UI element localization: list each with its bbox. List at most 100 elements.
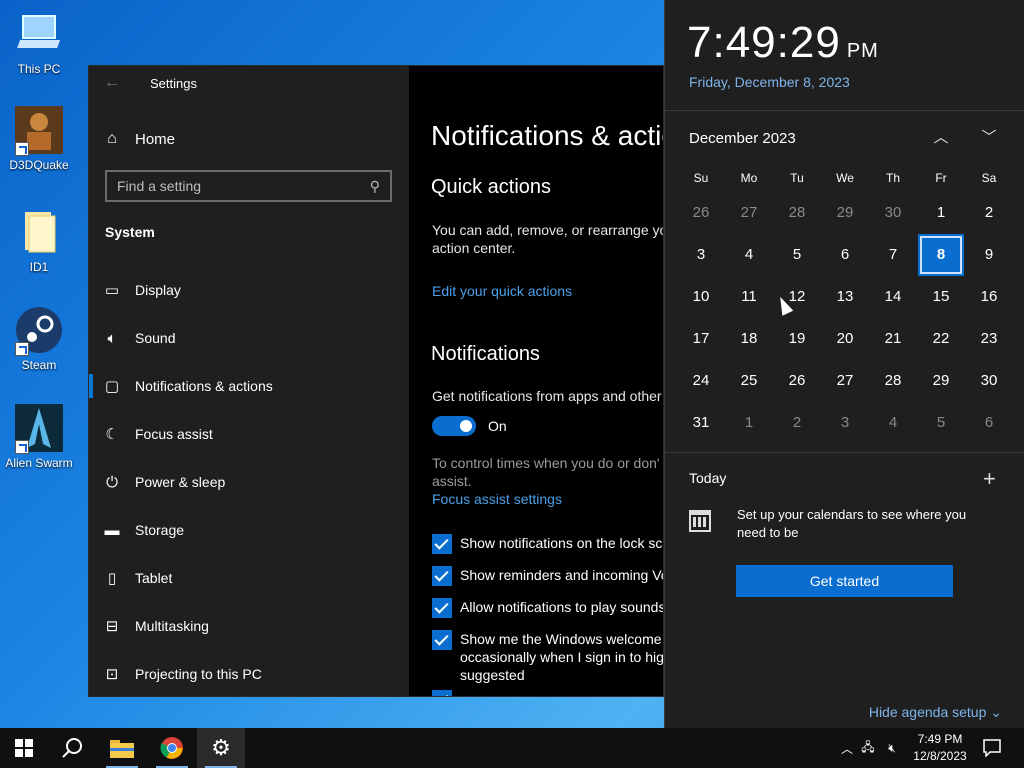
calendar-day[interactable]: 16 xyxy=(965,276,1013,318)
calendar-day[interactable]: 29 xyxy=(821,192,869,234)
calendar-day[interactable]: 7 xyxy=(869,234,917,276)
calendar-day[interactable]: 3 xyxy=(677,234,725,276)
start-button[interactable] xyxy=(0,728,48,768)
calendar-day[interactable]: 3 xyxy=(821,402,869,444)
calendar-week: 3456789 xyxy=(677,234,1013,276)
checkbox-partial[interactable] xyxy=(432,690,460,696)
calendar-day[interactable]: 23 xyxy=(965,318,1013,360)
calendar-day[interactable]: 9 xyxy=(965,234,1013,276)
calendar-day[interactable]: 1 xyxy=(725,402,773,444)
calendar-day[interactable]: 10 xyxy=(677,276,725,318)
nav-display[interactable]: ▭ Display xyxy=(89,266,409,314)
calendar-day[interactable]: 6 xyxy=(821,234,869,276)
hide-agenda-link[interactable]: Hide agenda setup ⌄ xyxy=(869,704,1002,721)
focus-assist-settings-link[interactable]: Focus assist settings xyxy=(432,491,562,507)
steam-icon xyxy=(15,306,63,356)
desktop-icon-id1[interactable]: ID1 xyxy=(4,208,74,274)
calendar-day[interactable]: 6 xyxy=(965,402,1013,444)
network-icon[interactable]: 🖧︎ xyxy=(856,738,880,759)
calendar-day[interactable]: 28 xyxy=(869,360,917,402)
calendar-day[interactable]: 24 xyxy=(677,360,725,402)
find-setting-search[interactable]: ⚲ xyxy=(105,170,392,202)
chevron-up-icon[interactable]: ︿ xyxy=(925,124,957,152)
desktop-icon-alien-swarm[interactable]: Alien Swarm xyxy=(4,404,74,470)
file-explorer-button[interactable] xyxy=(98,728,146,768)
action-center-button[interactable] xyxy=(968,728,1016,768)
calendar-day[interactable]: 2 xyxy=(965,192,1013,234)
notifications-toggle[interactable]: On xyxy=(432,416,507,436)
calendar-month-label[interactable]: December 2023 xyxy=(689,130,796,147)
calendar-day[interactable]: 2 xyxy=(773,402,821,444)
home-nav-item[interactable]: ⌂ Home xyxy=(89,126,175,152)
edit-quick-actions-link[interactable]: Edit your quick actions xyxy=(432,283,572,299)
calendar-day[interactable]: 26 xyxy=(677,192,725,234)
nav-sound[interactable]: 🔈︎ Sound xyxy=(89,314,409,362)
calendar-day[interactable]: 25 xyxy=(725,360,773,402)
weekday-label: Tu xyxy=(790,171,804,185)
divider xyxy=(665,110,1024,111)
checkbox-checked[interactable] xyxy=(432,630,452,650)
calendar-day[interactable]: 30 xyxy=(869,192,917,234)
calendar-day[interactable]: 28 xyxy=(773,192,821,234)
checkbox-checked[interactable] xyxy=(432,566,452,586)
nav-storage[interactable]: ▬ Storage xyxy=(89,506,409,554)
nav-power-sleep[interactable]: ⏻ Power & sleep xyxy=(89,458,409,506)
settings-taskbar-button[interactable]: ⚙ xyxy=(197,728,245,768)
weekday-label: Su xyxy=(693,171,709,185)
calendar-day[interactable]: 11 xyxy=(725,276,773,318)
desktop-icon-d3dquake[interactable]: D3DQuake xyxy=(4,106,74,172)
nav-multitasking[interactable]: ⊟ Multitasking xyxy=(89,602,409,650)
chevron-down-icon[interactable]: ﹀ xyxy=(973,124,1005,152)
add-event-icon[interactable]: + xyxy=(983,466,996,492)
calendar-day[interactable]: 26 xyxy=(773,360,821,402)
checkbox-checked[interactable] xyxy=(432,534,452,554)
calendar-day[interactable]: 30 xyxy=(965,360,1013,402)
settings-sidebar: ← Settings ⌂ Home ⚲ System ▭Display 🔈︎So… xyxy=(89,66,409,696)
chrome-button[interactable] xyxy=(148,728,196,768)
checkbox-checked[interactable] xyxy=(432,598,452,618)
nav-projecting[interactable]: ⊡ Projecting to this PC xyxy=(89,650,409,696)
calendar-day[interactable]: 27 xyxy=(725,192,773,234)
calendar-day[interactable]: 18 xyxy=(725,318,773,360)
checkbox-lock-screen[interactable]: Show notifications on the lock sc xyxy=(432,534,662,554)
toggle-switch[interactable] xyxy=(432,416,476,436)
calendar-day[interactable]: 13 xyxy=(821,276,869,318)
checkbox-sounds[interactable]: Allow notifications to play sounds xyxy=(432,598,663,618)
desktop-icon-steam[interactable]: Steam xyxy=(4,306,74,372)
calendar-day[interactable]: 15 xyxy=(917,276,965,318)
taskbar-clock[interactable]: 7:49 PM 12/8/2023 xyxy=(904,731,976,765)
power-icon: ⏻ xyxy=(106,473,118,491)
nav-tablet[interactable]: ▯ Tablet xyxy=(89,554,409,602)
calendar-day[interactable]: 5 xyxy=(917,402,965,444)
moon-icon: ☾ xyxy=(105,426,119,443)
checkbox-reminders[interactable]: Show reminders and incoming Vo xyxy=(432,566,663,586)
search-icon: ⚲ xyxy=(369,177,380,194)
checkbox-checked[interactable] xyxy=(432,690,452,696)
search-button[interactable] xyxy=(48,728,96,768)
back-arrow-icon[interactable]: ← xyxy=(89,74,135,92)
nav-focus-assist[interactable]: ☾ Focus assist xyxy=(89,410,409,458)
search-icon xyxy=(62,738,82,758)
calendar-day[interactable]: 22 xyxy=(917,318,965,360)
calendar-day[interactable]: 4 xyxy=(725,234,773,276)
calendar-day[interactable]: 14 xyxy=(869,276,917,318)
search-input[interactable] xyxy=(117,178,370,194)
checkbox-welcome[interactable]: Show me the Windows welcome occasionally… xyxy=(432,630,663,684)
calendar-day-today[interactable]: 8 xyxy=(917,234,965,276)
calendar-day[interactable]: 29 xyxy=(917,360,965,402)
calendar-day[interactable]: 17 xyxy=(677,318,725,360)
calendar-day[interactable]: 31 xyxy=(677,402,725,444)
calendar-day[interactable]: 27 xyxy=(821,360,869,402)
volume-muted-icon[interactable]: 🔇︎ xyxy=(880,741,904,756)
calendar-day[interactable]: 21 xyxy=(869,318,917,360)
nav-notifications[interactable]: ▢ Notifications & actions xyxy=(89,362,409,410)
calendar-day[interactable]: 4 xyxy=(869,402,917,444)
calendar-day[interactable]: 5 xyxy=(773,234,821,276)
calendar-day[interactable]: 20 xyxy=(821,318,869,360)
calendar-day[interactable]: 19 xyxy=(773,318,821,360)
desktop-icon-this-pc[interactable]: This PC xyxy=(4,10,74,76)
get-started-button[interactable]: Get started xyxy=(736,565,953,597)
chevron-up-icon[interactable]: ︿ xyxy=(838,740,856,757)
calendar-day[interactable]: 1 xyxy=(917,192,965,234)
full-date-link[interactable]: Friday, December 8, 2023 xyxy=(689,74,850,90)
